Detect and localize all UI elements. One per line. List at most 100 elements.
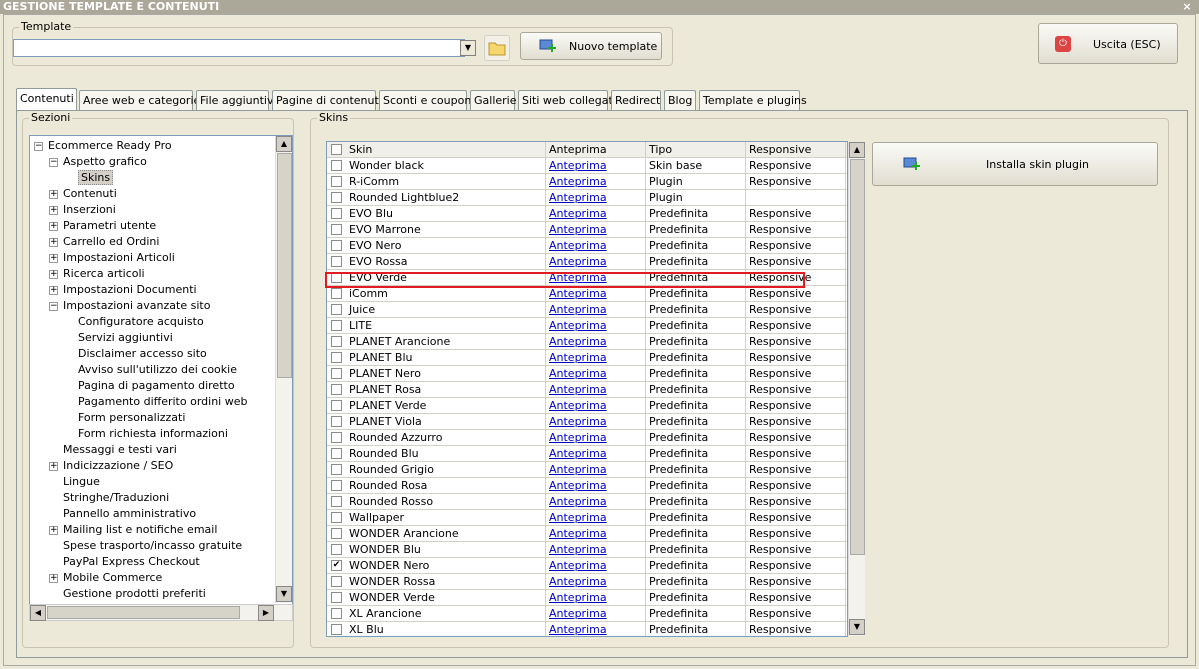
row-checkbox[interactable]: ✔ (331, 560, 342, 571)
table-row[interactable]: EVO Rossa Anteprima Predefinita Responsive (327, 254, 847, 270)
table-row[interactable]: Rounded Lightblue2 Anteprima Plugin (327, 190, 847, 206)
hscroll-thumb[interactable] (47, 606, 240, 619)
tree-node[interactable]: + Mailing list e notifiche email (49, 522, 217, 538)
tree-node[interactable]: + Impostazioni Articoli (49, 250, 175, 266)
cell-preview-link[interactable]: Anteprima (546, 558, 646, 574)
table-row[interactable]: R-iComm Anteprima Plugin Responsive (327, 174, 847, 190)
table-row[interactable]: Rounded Rosso Anteprima Predefinita Respons… (327, 494, 847, 510)
open-folder-button[interactable] (484, 35, 510, 61)
table-row[interactable]: WONDER Verde Anteprima Predefinita Responsi… (327, 590, 847, 606)
tree-node[interactable]: Disclaimer accesso sito (64, 346, 207, 362)
tab-blog[interactable]: Blog (664, 90, 696, 110)
cell-preview-link[interactable]: Anteprima (546, 254, 646, 270)
row-checkbox[interactable] (331, 544, 342, 555)
row-checkbox[interactable] (331, 304, 342, 315)
close-icon[interactable]: × (1181, 0, 1193, 14)
row-checkbox[interactable] (331, 400, 342, 411)
scroll-left-icon[interactable]: ◀ (30, 605, 46, 621)
cell-preview-link[interactable]: Anteprima (546, 350, 646, 366)
collapse-icon[interactable]: − (34, 141, 43, 151)
row-checkbox[interactable] (331, 448, 342, 459)
cell-preview-link[interactable]: Anteprima (546, 286, 646, 302)
new-template-button[interactable]: Nuovo template (520, 32, 662, 60)
cell-preview-link[interactable]: Anteprima (546, 590, 646, 606)
table-row[interactable]: Wonder black Anteprima Skin base Responsive (327, 158, 847, 174)
cell-preview-link[interactable]: Anteprima (546, 270, 646, 286)
tree-node[interactable]: Messaggi e testi vari (49, 442, 177, 458)
tree-node[interactable]: + Indicizzazione / SEO (49, 458, 173, 474)
row-checkbox[interactable] (331, 512, 342, 523)
tree-node[interactable]: Pagamento differito ordini web (64, 394, 247, 410)
install-skin-plugin-button[interactable]: Installa skin plugin (872, 142, 1158, 186)
tree-node[interactable]: Avviso sull'utilizzo dei cookie (64, 362, 237, 378)
scroll-thumb[interactable] (277, 153, 292, 378)
tree-node[interactable]: Skins (64, 170, 114, 186)
tree-node[interactable]: Pagina di pagamento diretto (64, 378, 235, 394)
expand-icon[interactable]: + (49, 253, 58, 263)
row-checkbox[interactable] (331, 528, 342, 539)
tree-horizontal-scrollbar[interactable]: ◀ ▶ (29, 604, 293, 621)
grid-scroll-thumb[interactable] (850, 159, 865, 555)
expand-icon[interactable]: + (49, 461, 58, 471)
tree-node[interactable]: Form personalizzati (64, 410, 185, 426)
table-row[interactable]: ✔ WONDER Nero Anteprima Predefinita Responsi… (327, 558, 847, 574)
cell-preview-link[interactable]: Anteprima (546, 478, 646, 494)
tree-node[interactable]: Stringhe/Traduzioni (49, 490, 169, 506)
table-row[interactable]: PLANET Rosa Anteprima Predefinita Responsiv… (327, 382, 847, 398)
row-checkbox[interactable] (331, 464, 342, 475)
skins-grid[interactable]: Skin Anteprima Tipo Responsive Wonder bl… (326, 141, 848, 637)
table-row[interactable]: LITE Anteprima Predefinita Responsive (327, 318, 847, 334)
col-header-preview[interactable]: Anteprima (546, 142, 646, 158)
table-row[interactable]: Rounded Rosa Anteprima Predefinita Responsi… (327, 478, 847, 494)
row-checkbox[interactable] (331, 208, 342, 219)
tab-gallerie[interactable]: Gallerie (470, 90, 517, 110)
tree-node[interactable]: Configuratore acquisto (64, 314, 204, 330)
row-checkbox[interactable] (331, 592, 342, 603)
row-checkbox[interactable] (331, 576, 342, 587)
row-checkbox[interactable] (331, 176, 342, 187)
tab-siti-collegati[interactable]: Siti web collegati (518, 90, 616, 110)
row-checkbox[interactable] (331, 272, 342, 283)
tree-node[interactable]: + Ricerca articoli (49, 266, 145, 282)
row-checkbox[interactable] (331, 480, 342, 491)
cell-preview-link[interactable]: Anteprima (546, 398, 646, 414)
scroll-right-icon[interactable]: ▶ (258, 605, 274, 621)
row-checkbox[interactable] (331, 256, 342, 267)
table-row[interactable]: WONDER Arancione Anteprima Predefinita Resp… (327, 526, 847, 542)
cell-preview-link[interactable]: Anteprima (546, 382, 646, 398)
scroll-up-icon[interactable]: ▲ (849, 142, 865, 158)
cell-preview-link[interactable]: Anteprima (546, 302, 646, 318)
tree-node[interactable]: + Carrello ed Ordini (49, 234, 159, 250)
scroll-down-icon[interactable]: ▼ (849, 619, 865, 635)
row-checkbox[interactable] (331, 320, 342, 331)
scroll-down-icon[interactable]: ▼ (276, 586, 292, 602)
cell-preview-link[interactable]: Anteprima (546, 622, 646, 636)
table-row[interactable]: Rounded Blu Anteprima Predefinita Responsiv… (327, 446, 847, 462)
expand-icon[interactable]: + (49, 189, 58, 199)
row-checkbox[interactable] (331, 368, 342, 379)
template-combo[interactable] (13, 39, 465, 57)
table-row[interactable]: EVO Blu Anteprima Predefinita Responsive (327, 206, 847, 222)
tree-node[interactable]: Servizi aggiuntivi (64, 330, 173, 346)
cell-preview-link[interactable]: Anteprima (546, 238, 646, 254)
expand-icon[interactable]: + (49, 221, 58, 231)
col-header-responsive[interactable]: Responsive (746, 142, 846, 158)
tree-node[interactable]: − Impostazioni avanzate sito (49, 298, 210, 314)
row-checkbox[interactable] (331, 496, 342, 507)
cell-preview-link[interactable]: Anteprima (546, 526, 646, 542)
scroll-up-icon[interactable]: ▲ (276, 136, 292, 152)
tab-template-plugins[interactable]: Template e plugins (699, 90, 807, 110)
table-row[interactable]: Juice Anteprima Predefinita Responsive (327, 302, 847, 318)
row-checkbox[interactable] (331, 224, 342, 235)
cell-preview-link[interactable]: Anteprima (546, 190, 646, 206)
tree-node[interactable]: + Mobile Commerce (49, 570, 162, 586)
table-row[interactable]: XL Arancione Anteprima Predefinita Responsi… (327, 606, 847, 622)
cell-preview-link[interactable]: Anteprima (546, 366, 646, 382)
row-checkbox[interactable] (331, 624, 342, 635)
tree-node[interactable]: + Contenuti (49, 186, 117, 202)
cell-preview-link[interactable]: Anteprima (546, 414, 646, 430)
tree-node[interactable]: Lingue (49, 474, 100, 490)
row-checkbox[interactable] (331, 608, 342, 619)
table-row[interactable]: Wallpaper Anteprima Predefinita Responsive (327, 510, 847, 526)
tree-node[interactable]: − Ecommerce Ready Pro (34, 138, 172, 154)
